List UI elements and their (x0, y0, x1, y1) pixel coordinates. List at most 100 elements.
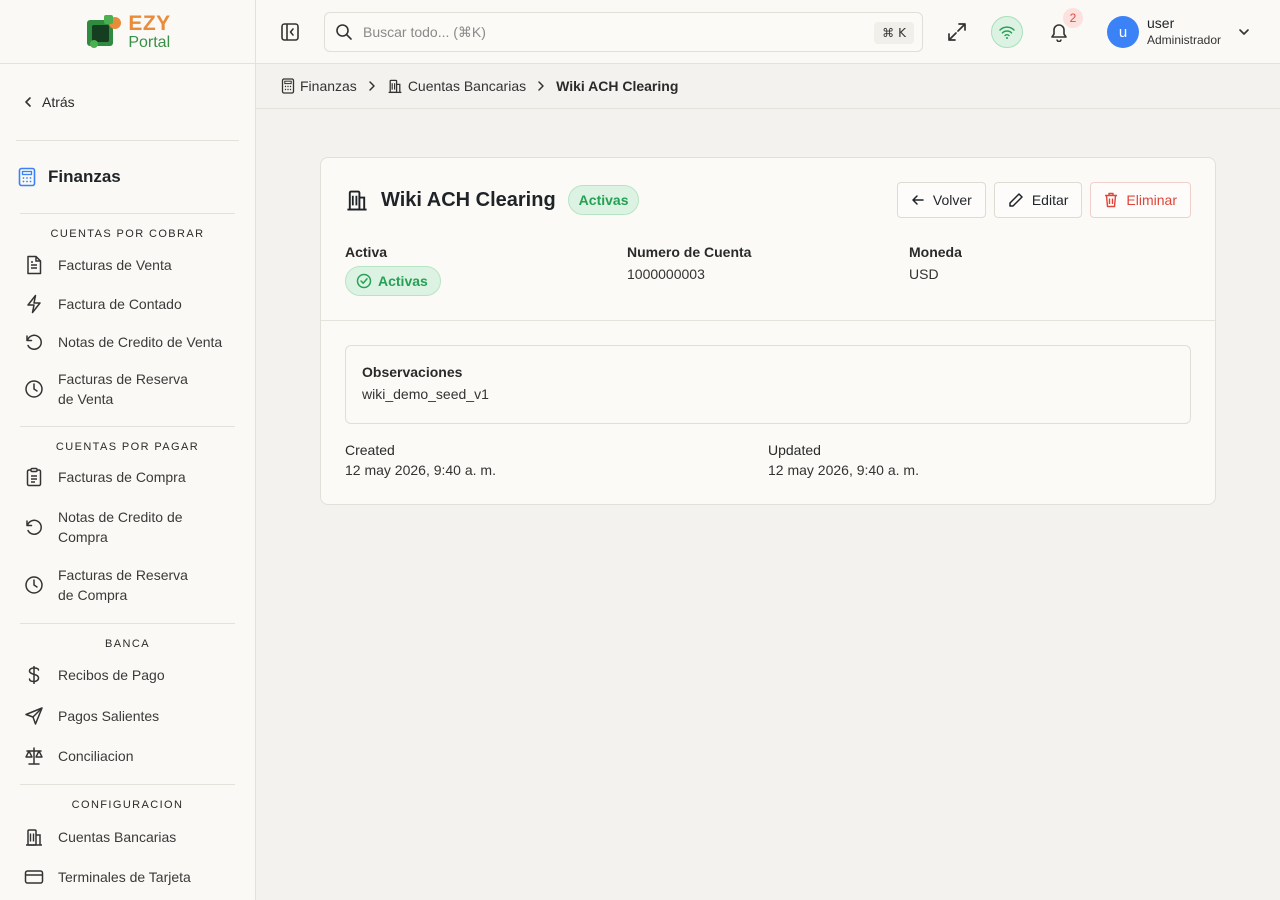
logo-puzzle-icon (87, 14, 122, 48)
sidebar-item-facturas-de-compra[interactable]: Facturas de Compra (0, 459, 255, 495)
delete-button-label: Eliminar (1126, 192, 1177, 208)
field-label: Numero de Cuenta (627, 244, 752, 260)
back-label: Atrás (42, 94, 75, 110)
sidebar-item-label: Facturas de Reserva de Venta (58, 371, 188, 407)
breadcrumb-item-cuentas-bancarias[interactable]: Cuentas Bancarias (387, 78, 526, 94)
sidebar-item-label: Pagos Salientes (58, 708, 160, 724)
observations-box: Observaciones wiki_demo_seed_v1 (345, 345, 1191, 424)
module-header[interactable]: Finanzas (0, 141, 255, 213)
observations-label: Observaciones (362, 364, 463, 380)
currency-value: USD (909, 266, 939, 282)
sidebar-item-label: Facturas de Reserva de Compra (58, 567, 188, 603)
group-title-configuracion: CONFIGURACION (71, 799, 184, 811)
avatar[interactable]: u (1107, 16, 1139, 48)
wifi-icon (999, 26, 1015, 39)
clock-icon (24, 379, 44, 399)
account-number-value: 1000000003 (627, 266, 705, 282)
undo-icon (24, 517, 44, 537)
breadcrumb-label: Cuentas Bancarias (407, 78, 527, 94)
created-value: 12 may 2026, 9:40 a. m. (345, 462, 496, 478)
sidebar-item-conciliacion[interactable]: Conciliacion (0, 738, 255, 774)
created-label: Created (345, 442, 395, 458)
check-circle-icon (356, 273, 372, 289)
calculator-icon (281, 78, 295, 94)
sidebar-item-label: Notas de Credito de Venta (58, 334, 223, 350)
breadcrumb-item-finanzas[interactable]: Finanzas (281, 78, 357, 94)
user-menu[interactable]: user Administrador (1147, 15, 1221, 47)
group-title-banca: BANCA (105, 638, 150, 650)
search-input[interactable] (363, 24, 843, 40)
back-button-label: Volver (932, 192, 972, 208)
back-button[interactable]: Volver (896, 182, 986, 218)
clock-icon (24, 575, 44, 595)
chevron-left-icon (25, 97, 31, 107)
bank-icon (24, 827, 44, 847)
pencil-icon (1009, 193, 1023, 207)
dollar-icon (24, 665, 44, 685)
record-fields: Activa Activas Numero de Cuenta 10000000… (345, 244, 1191, 296)
logo-text-bottom: Portal (128, 33, 171, 51)
record-metadata: Created 12 may 2026, 9:40 a. m. Updated … (345, 442, 1191, 478)
module-label: Finanzas (48, 167, 121, 186)
logo-text-top: EZY (128, 11, 171, 35)
card-header: Wiki ACH Clearing Activas Volver Editar … (345, 182, 1191, 218)
active-status-badge: Activas (345, 266, 441, 296)
connection-status-button[interactable] (991, 16, 1023, 48)
sidebar-item-notas-de-credito-de-compra[interactable]: Notas de Credito de Compra (0, 495, 210, 559)
toggle-sidebar-button[interactable] (278, 20, 302, 44)
bank-account-detail-card: Wiki ACH Clearing Activas Volver Editar … (320, 157, 1216, 505)
field-label: Moneda (909, 244, 962, 260)
lightning-icon (24, 294, 44, 314)
updated-value: 12 may 2026, 9:40 a. m. (768, 462, 919, 478)
chevron-down-icon (1239, 29, 1249, 35)
field-label: Activa (345, 244, 388, 260)
delete-button[interactable]: Eliminar (1090, 182, 1191, 218)
scale-icon (24, 746, 44, 766)
back-link[interactable]: Atrás (0, 64, 255, 140)
edit-button[interactable]: Editar (993, 182, 1083, 218)
breadcrumb-label: Finanzas (300, 78, 357, 94)
chevron-right-icon (536, 80, 546, 92)
sidebar-item-notas-de-credito-de-venta[interactable]: Notas de Credito de Venta (0, 324, 255, 360)
sidebar-item-label: Facturas de Venta (58, 257, 172, 273)
sidebar-item-label: Facturas de Compra (58, 469, 186, 485)
search-shortcut-hint: ⌘ K (874, 22, 914, 44)
sidebar-item-recibos-de-pago[interactable]: Recibos de Pago (0, 656, 255, 694)
created-info: Created 12 may 2026, 9:40 a. m. (345, 442, 768, 478)
sidebar-item-cuentas-bancarias[interactable]: Cuentas Bancarias (0, 817, 255, 857)
expand-icon (948, 23, 966, 41)
sidebar-item-pagos-salientes[interactable]: Pagos Salientes (0, 694, 255, 738)
sidebar-item-facturas-de-reserva-de-venta[interactable]: Facturas de Reserva de Venta (0, 360, 210, 418)
search-icon (336, 24, 352, 40)
sidebar-item-label: Factura de Contado (58, 296, 182, 312)
updated-label: Updated (768, 442, 821, 458)
sidebar-item-label: Notas de Credito de Compra (58, 509, 183, 545)
group-title-cuentas-por-pagar: CUENTAS POR PAGAR (55, 441, 200, 453)
observations-value: wiki_demo_seed_v1 (362, 386, 489, 402)
sidebar-item-label: Cuentas Bancarias (58, 829, 177, 845)
app-logo[interactable]: EZY Portal (84, 12, 170, 52)
global-search[interactable]: ⌘ K (324, 12, 923, 52)
fullscreen-button[interactable] (945, 20, 969, 44)
user-role: Administrador (1147, 32, 1222, 47)
top-bar: ⌘ K 2 u user Administrador (256, 0, 1280, 64)
user-menu-toggle[interactable] (1236, 24, 1252, 40)
sidebar-item-facturas-de-reserva-de-compra[interactable]: Facturas de Reserva de Compra (0, 559, 210, 611)
notification-count-badge: 2 (1063, 8, 1083, 28)
credit-card-icon (24, 867, 44, 887)
group-title-cuentas-por-cobrar: CUENTAS POR COBRAR (50, 228, 205, 240)
send-icon (24, 706, 44, 726)
sidebar-item-facturas-de-venta[interactable]: Facturas de Venta (0, 246, 255, 284)
logo-area: EZY Portal (0, 0, 255, 64)
sidebar-item-terminales-de-tarjeta[interactable]: Terminales de Tarjeta (0, 857, 255, 897)
bank-icon (347, 190, 367, 211)
breadcrumb-current: Wiki ACH Clearing (556, 78, 679, 94)
sidebar-item-label: Conciliacion (58, 748, 134, 764)
arrow-left-icon (912, 195, 924, 205)
undo-icon (24, 332, 44, 352)
calculator-icon (18, 167, 36, 187)
sidebar-item-label: Recibos de Pago (58, 667, 165, 683)
status-badge: Activas (567, 185, 640, 215)
sidebar-item-factura-de-contado[interactable]: Factura de Contado (0, 284, 255, 324)
shortcut-symbol: ⌘ (882, 26, 895, 40)
